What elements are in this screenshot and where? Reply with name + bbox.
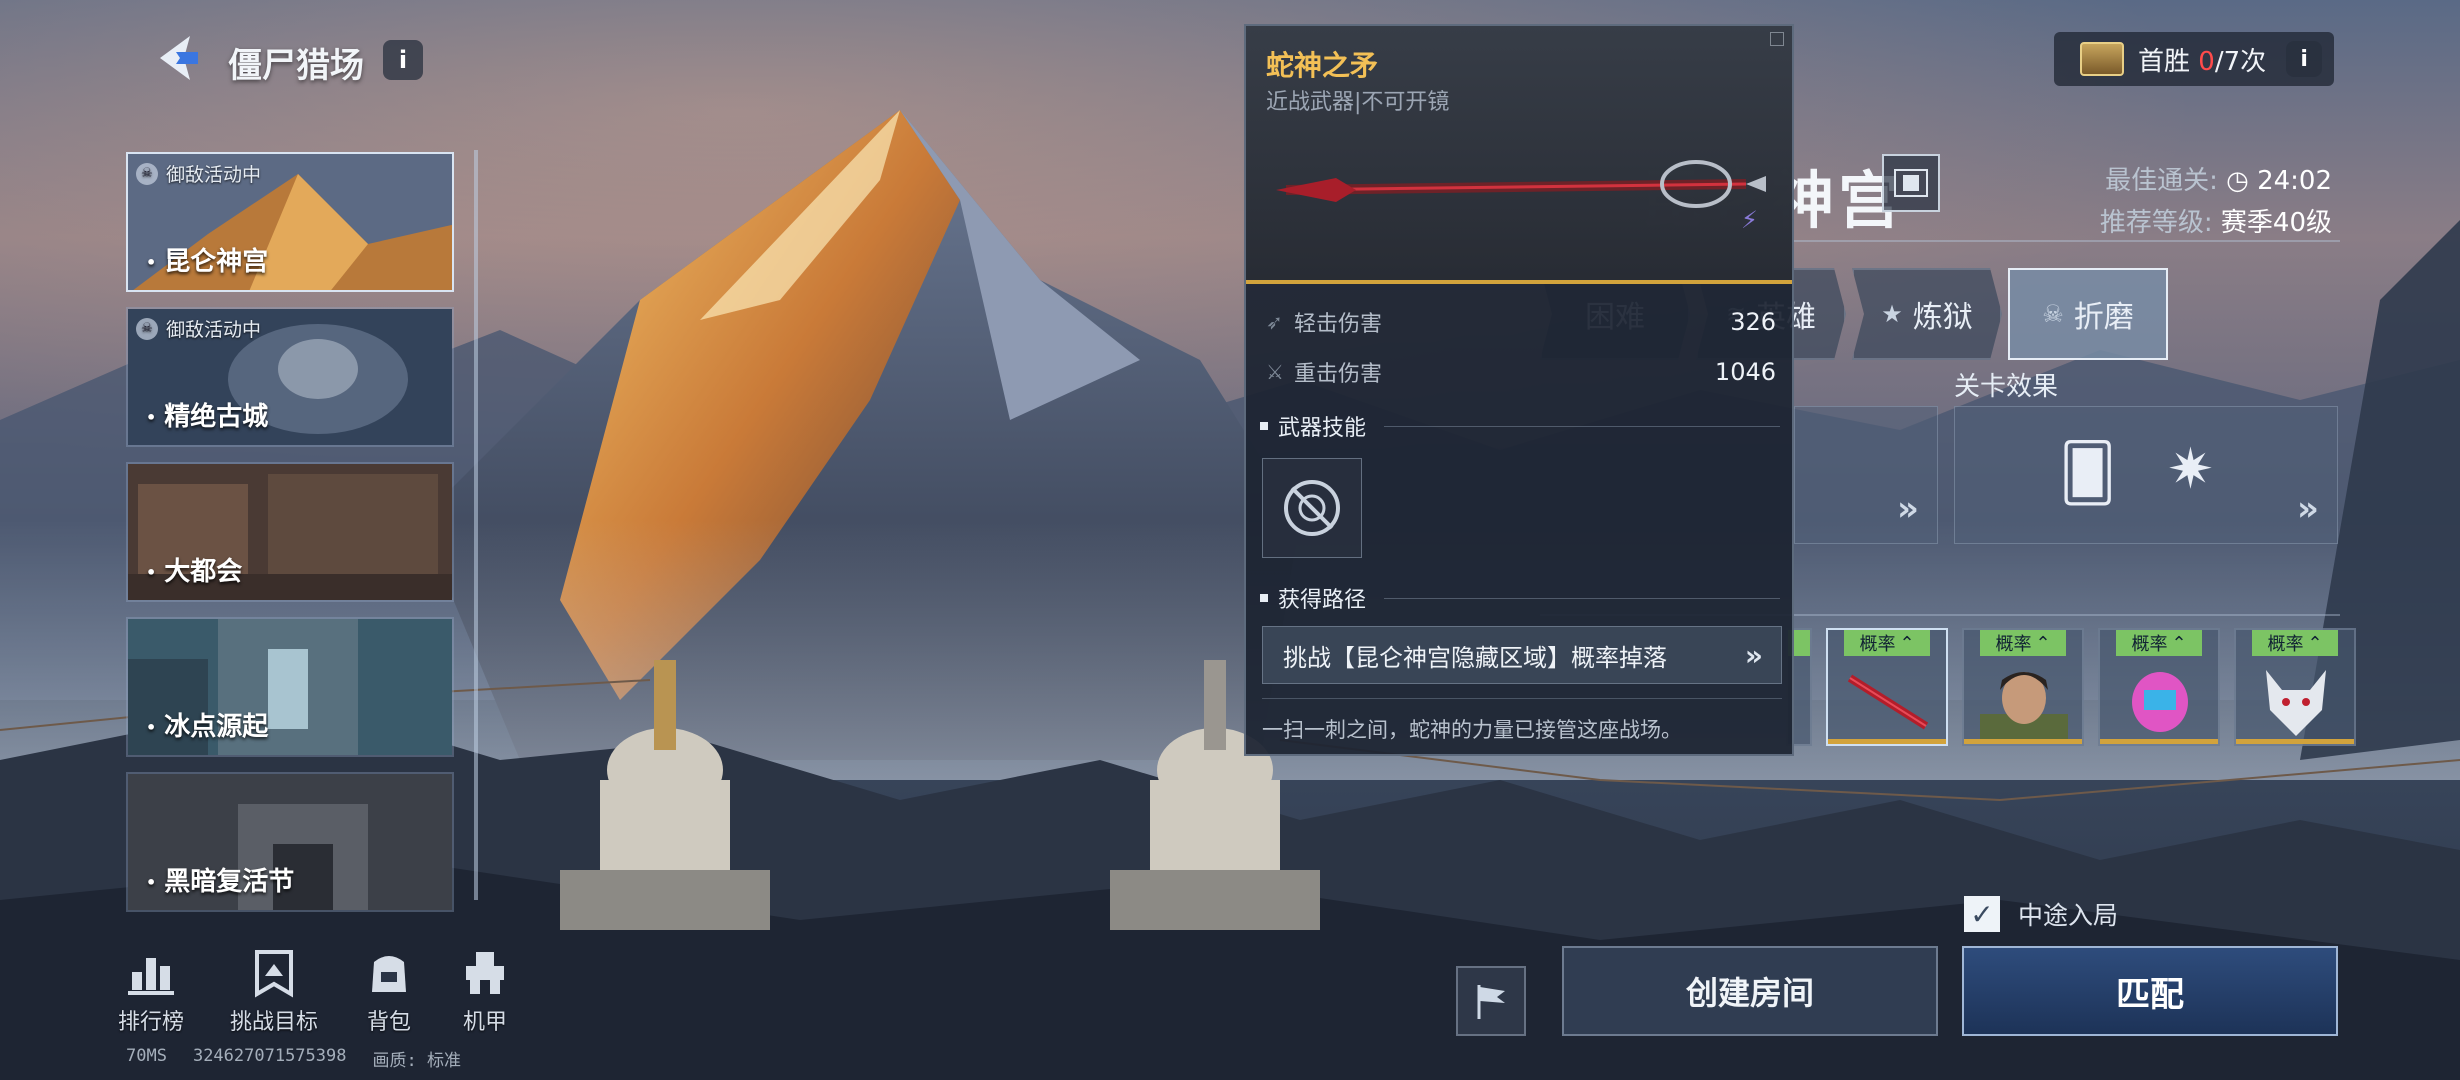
page-title: 僵尸猎场: [228, 46, 364, 86]
flavor-text: 一扫一刺之间，蛇神的力量已接管这座战场。: [1262, 718, 1682, 742]
first-win-info-button[interactable]: i: [2286, 41, 2323, 77]
challenge-target-icon: [255, 950, 294, 998]
map-card-jingjue[interactable]: ☠御敌活动中 精绝古城: [126, 307, 454, 447]
back-arrow-icon: [160, 36, 198, 80]
ping-text: 70MS: [126, 1046, 167, 1066]
map-name: 黑暗复活节: [146, 861, 294, 898]
heavy-damage-row: ⚔ 重击伤害 1046: [1266, 358, 1776, 387]
back-button[interactable]: [150, 30, 206, 86]
skull-icon: ☠: [136, 162, 158, 185]
burst-icon: ✷: [2167, 437, 2214, 502]
heavy-attack-icon: ⚔: [1266, 360, 1284, 384]
map-card-kunlun[interactable]: ☠御敌活动中 昆仑神宫: [126, 152, 454, 292]
flag-button[interactable]: [1456, 966, 1526, 1036]
weapon-detail-popup: 蛇神之矛 近战武器|不可开镜 ⚡ ➶ 轻击伤害 326 ⚔ 重击伤害 1046 …: [1244, 24, 1794, 756]
checkmark-icon: ✓: [1970, 897, 1994, 931]
leaderboard-icon: [128, 958, 174, 995]
pink-mech-icon: [2132, 672, 2188, 732]
character-portrait-icon: [1980, 672, 2068, 740]
stage-effects-card[interactable]: 🂠 ✷ »: [1954, 406, 2338, 544]
treasure-chest-icon: [2080, 42, 2124, 76]
white-wolf-icon: [2266, 670, 2326, 736]
weapon-name: 蛇神之矛: [1266, 49, 1379, 82]
probability-tag: 概率 ⌃: [1980, 630, 2066, 656]
map-video-button[interactable]: [1882, 154, 1940, 212]
weapon-type: 近战武器|不可开镜: [1266, 90, 1450, 115]
mech-icon: [466, 952, 505, 994]
info-icon: i: [2300, 46, 2308, 72]
player-id: 324627071575398: [192, 1046, 347, 1066]
quality-text: 画质: 标准: [372, 1051, 461, 1071]
weapon-skill-icon: [1284, 480, 1340, 536]
cards-icon: 🂠: [2059, 441, 2117, 506]
map-stats: 最佳通关: ◷ 24:02 推荐等级: 赛季40级: [2099, 166, 2332, 238]
mid-join-toggle[interactable]: ✓ 中途入局: [1964, 896, 2118, 932]
weapon-skill-slot[interactable]: [1262, 458, 1362, 558]
reward-item[interactable]: 概率 ⌃: [2234, 628, 2356, 746]
map-name: 冰点源起: [146, 706, 268, 743]
chevron-right-icon: »: [2297, 489, 2319, 529]
tab-torment[interactable]: ☠ 折磨: [2008, 268, 2168, 360]
bottom-nav: 排行榜 挑战目标 背包 机甲: [118, 948, 510, 1036]
probability-tag: 概率 ⌃: [2252, 630, 2338, 656]
map-name: 精绝古城: [146, 396, 268, 433]
event-badge: ☠ 御敌活动中: [136, 315, 261, 342]
skull-icon: ☠: [2042, 300, 2064, 328]
map-list: ☠御敌活动中 昆仑神宫 ☠御敌活动中 精绝古城 大都会 冰点源起: [126, 152, 454, 927]
first-win-counter: 首胜 0/7次 i: [2054, 32, 2334, 86]
snake-spear-icon: ⚡: [1276, 160, 1766, 232]
match-button[interactable]: 匹配: [1962, 946, 2338, 1036]
flag-icon: [1477, 985, 1505, 1019]
reward-list: 概率 ⌃ 概率 ⌃ 概率 ⌃ 概率 ⌃: [1826, 628, 2356, 746]
skull-icon: ☠: [136, 317, 158, 340]
svg-text:⚡: ⚡: [1741, 206, 1758, 232]
checkbox[interactable]: ✓: [1964, 896, 2000, 932]
stage-effects-label: 关卡效果: [1954, 372, 2059, 402]
film-icon: [1894, 169, 1928, 197]
nav-backpack[interactable]: 背包: [364, 948, 414, 1036]
purgatory-star-icon: ★: [1881, 300, 1903, 328]
tab-purgatory[interactable]: ★ 炼狱: [1852, 268, 2002, 360]
map-card-freezing-point[interactable]: 冰点源起: [126, 617, 454, 757]
map-name: 昆仑神宫: [146, 241, 268, 278]
status-bar: 70MS 324627071575398 画质: 标准: [126, 1046, 461, 1071]
create-room-button[interactable]: 创建房间: [1562, 946, 1938, 1036]
acquisition-path-button[interactable]: 挑战【昆仑神宫隐藏区域】概率掉落 »: [1262, 626, 1782, 684]
enemy-info-card[interactable]: »: [1794, 406, 1938, 544]
info-icon: i: [398, 46, 408, 74]
nav-challenge-target[interactable]: 挑战目标: [230, 948, 318, 1036]
weapon-header: 蛇神之矛 近战武器|不可开镜 ⚡: [1246, 26, 1792, 284]
map-card-dark-easter[interactable]: 黑暗复活节: [126, 772, 454, 912]
reward-item[interactable]: 概率 ⌃: [2098, 628, 2220, 746]
backpack-icon: [372, 956, 407, 992]
map-card-metropolis[interactable]: 大都会: [126, 462, 454, 602]
map-name: 大都会: [146, 551, 242, 588]
corner-marker-icon: [1770, 32, 1784, 46]
weapon-skill-title: 武器技能: [1260, 410, 1780, 442]
nav-mech[interactable]: 机甲: [460, 948, 510, 1036]
probability-tag: 概率 ⌃: [1844, 630, 1930, 656]
divider: [1262, 698, 1782, 699]
source-title: 获得路径: [1260, 582, 1780, 614]
chevron-right-icon: »: [1897, 489, 1919, 529]
chevron-right-icon: »: [1744, 638, 1763, 672]
snake-spear-icon: [1847, 674, 1929, 730]
mode-info-button[interactable]: i: [383, 40, 423, 80]
map-list-scrollbar[interactable]: [474, 150, 478, 900]
probability-tag: 概率 ⌃: [2116, 630, 2202, 656]
light-damage-row: ➶ 轻击伤害 326: [1266, 308, 1776, 337]
event-badge: ☠ 御敌活动中: [136, 160, 261, 187]
nav-leaderboard[interactable]: 排行榜: [118, 948, 184, 1036]
light-attack-icon: ➶: [1266, 310, 1283, 334]
reward-item[interactable]: 概率 ⌃: [1826, 628, 1948, 746]
reward-item[interactable]: 概率 ⌃: [1962, 628, 2084, 746]
